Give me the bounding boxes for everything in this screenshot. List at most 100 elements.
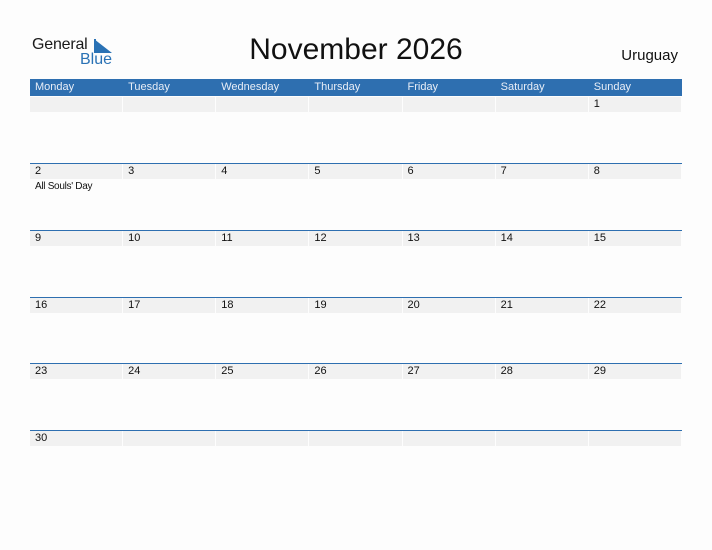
day-cell: 3 — [123, 164, 216, 192]
day-cell: 6 — [402, 164, 496, 192]
day-number: 29 — [588, 364, 681, 379]
day-cell — [216, 431, 309, 446]
day-cell: 19 — [309, 298, 402, 313]
day-number: 21 — [495, 298, 588, 313]
day-number — [495, 431, 588, 446]
day-number — [216, 431, 309, 446]
calendar-title: November 2026 — [249, 33, 463, 66]
country-label: Uruguay — [621, 47, 678, 64]
week-row: 9 10 11 12 13 14 15 — [30, 230, 682, 246]
weekday-saturday: Saturday — [500, 81, 545, 93]
day-cell: 10 — [123, 231, 216, 246]
day-cell: 18 — [216, 298, 309, 313]
day-number: 16 — [30, 298, 123, 313]
weekday-tuesday: Tuesday — [128, 81, 170, 93]
day-cell: 12 — [309, 231, 402, 246]
day-number: 10 — [123, 231, 216, 246]
day-cell: 20 — [402, 298, 496, 313]
week-row: 16 17 18 19 20 21 22 — [30, 297, 682, 313]
day-number — [588, 431, 681, 446]
day-number: 24 — [123, 364, 216, 379]
day-cell: 22 — [588, 298, 682, 313]
day-number: 9 — [30, 231, 123, 246]
day-number: 14 — [495, 231, 588, 246]
day-number: 23 — [30, 364, 123, 379]
day-number: 6 — [402, 164, 495, 179]
day-number: 13 — [402, 231, 495, 246]
holiday-label: All Souls' Day — [35, 181, 93, 192]
day-cell — [495, 97, 589, 112]
day-number: 27 — [402, 364, 495, 379]
day-number — [30, 97, 123, 112]
weekday-header: Monday Tuesday Wednesday Thursday Friday… — [30, 79, 682, 96]
day-cell: 15 — [588, 231, 682, 246]
day-cell: 30 — [30, 431, 123, 446]
day-cell — [402, 431, 496, 446]
day-cell: 26 — [309, 364, 402, 379]
day-cell: 11 — [216, 231, 309, 246]
day-number: 1 — [588, 97, 681, 112]
day-cell: 5 — [309, 164, 402, 192]
day-number — [216, 97, 309, 112]
day-cell: 13 — [402, 231, 496, 246]
day-cell: 7 — [495, 164, 589, 192]
day-cell — [588, 431, 682, 446]
weekday-thursday: Thursday — [314, 81, 361, 93]
day-number: 11 — [216, 231, 309, 246]
day-number: 26 — [309, 364, 402, 379]
day-cell: 17 — [123, 298, 216, 313]
day-number — [402, 431, 495, 446]
day-cell: 24 — [123, 364, 216, 379]
day-number: 25 — [216, 364, 309, 379]
day-number: 7 — [495, 164, 588, 179]
day-cell: 25 — [216, 364, 309, 379]
day-number: 30 — [30, 431, 123, 446]
day-cell: 29 — [588, 364, 682, 379]
day-number — [123, 97, 216, 112]
day-number: 5 — [309, 164, 402, 179]
day-number: 22 — [588, 298, 681, 313]
day-number: 20 — [402, 298, 495, 313]
day-number: 28 — [495, 364, 588, 379]
day-cell — [309, 431, 402, 446]
day-number: 2 — [30, 164, 123, 179]
day-cell: 21 — [495, 298, 589, 313]
day-number — [402, 97, 495, 112]
week-row: 30 — [30, 430, 682, 446]
day-cell — [30, 97, 123, 112]
day-number: 18 — [216, 298, 309, 313]
weekday-monday: Monday — [35, 81, 75, 93]
day-cell: 23 — [30, 364, 123, 379]
day-cell: 16 — [30, 298, 123, 313]
day-cell: 8 — [588, 164, 682, 192]
day-cell: 1 — [588, 97, 682, 112]
day-number: 17 — [123, 298, 216, 313]
day-cell: 14 — [495, 231, 589, 246]
day-number: 3 — [123, 164, 216, 179]
day-cell — [123, 97, 216, 112]
day-number — [309, 97, 402, 112]
weekday-sunday: Sunday — [593, 81, 632, 93]
day-cell: 4 — [216, 164, 309, 192]
day-number: 15 — [588, 231, 681, 246]
weekday-friday: Friday — [407, 81, 439, 93]
day-number — [123, 431, 216, 446]
day-number: 19 — [309, 298, 402, 313]
day-cell — [402, 97, 496, 112]
day-number — [495, 97, 588, 112]
day-cell — [216, 97, 309, 112]
day-cell: 2 All Souls' Day — [30, 164, 123, 192]
day-cell: 27 — [402, 364, 496, 379]
day-number: 12 — [309, 231, 402, 246]
week-row: 23 24 25 26 27 28 29 — [30, 363, 682, 379]
day-cell — [495, 431, 589, 446]
day-number: 8 — [588, 164, 681, 179]
week-row: 2 All Souls' Day 3 4 5 6 7 8 — [30, 163, 682, 192]
week-row: 1 — [30, 97, 682, 112]
day-cell: 28 — [495, 364, 589, 379]
day-cell: 9 — [30, 231, 123, 246]
day-cell — [309, 97, 402, 112]
day-number: 4 — [216, 164, 309, 179]
day-number — [309, 431, 402, 446]
weekday-wednesday: Wednesday — [221, 81, 280, 93]
